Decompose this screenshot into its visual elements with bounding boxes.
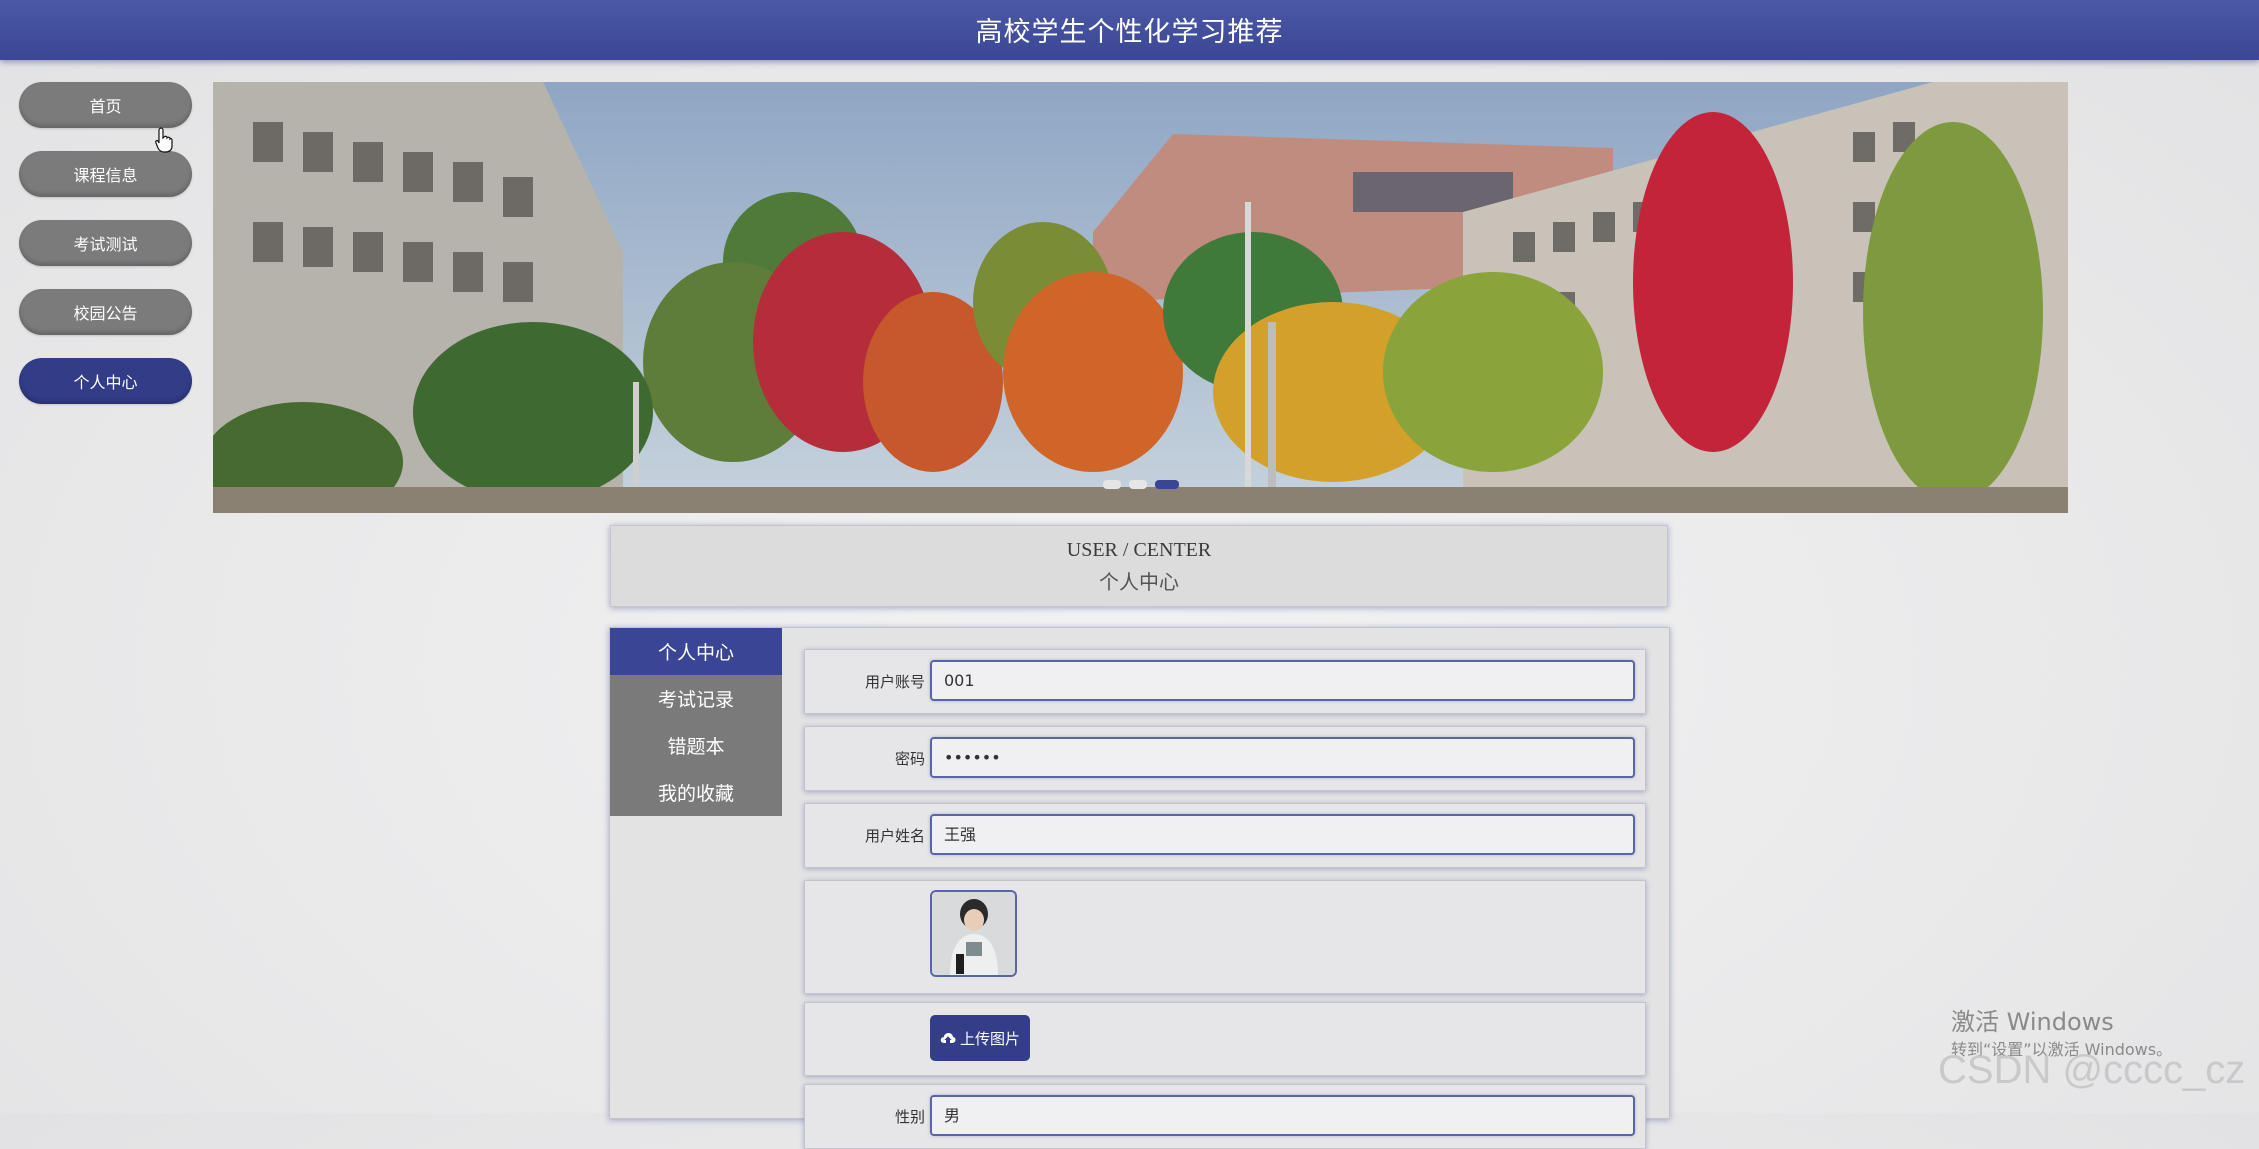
- upload-label: 上传图片: [959, 1029, 1020, 1048]
- nav-personal-center[interactable]: 个人中心: [19, 358, 192, 404]
- heading-chinese: 个人中心: [1099, 572, 1179, 594]
- password-label: 密码: [894, 750, 925, 768]
- side-item-personal-center[interactable]: 个人中心: [610, 628, 782, 675]
- csdn-watermark: CSDN @cccc_cz: [1938, 1048, 2246, 1092]
- account-label: 用户账号: [864, 673, 925, 691]
- side-item-favorites[interactable]: 我的收藏: [610, 769, 782, 816]
- avatar-image: [930, 890, 1017, 977]
- password-row: 密码 ••••••: [804, 726, 1646, 791]
- nav-exam-test[interactable]: 考试测试: [19, 220, 192, 266]
- nav-home[interactable]: 首页: [19, 82, 192, 128]
- profile-panel: 个人中心 考试记录 错题本 我的收藏 用户账号 001 密码 •••••• 用户…: [609, 627, 1670, 1149]
- account-row: 用户账号 001: [804, 649, 1646, 714]
- banner-dot-1[interactable]: [1103, 480, 1121, 489]
- page-title: 高校学生个性化学习推荐: [975, 17, 1284, 48]
- avatar-row: [804, 880, 1646, 994]
- gender-row: 性别 男: [804, 1084, 1646, 1149]
- account-input[interactable]: 001: [930, 660, 1635, 701]
- banner-dot-3[interactable]: [1155, 480, 1179, 489]
- campus-banner-image: [213, 82, 2068, 513]
- name-row: 用户姓名 王强: [804, 803, 1646, 868]
- top-header: 高校学生个性化学习推荐: [0, 0, 2259, 60]
- banner-pagination: [1103, 480, 1179, 489]
- nav-course-info[interactable]: 课程信息: [19, 151, 192, 197]
- nav-campus-notice[interactable]: 校园公告: [19, 289, 192, 335]
- heading-english: USER / CENTER: [1066, 539, 1212, 561]
- name-input[interactable]: 王强: [930, 814, 1635, 855]
- campus-photo: [213, 82, 2068, 513]
- upload-row: 上传图片: [804, 1002, 1646, 1076]
- password-input[interactable]: ••••••: [930, 737, 1635, 778]
- banner-dot-2[interactable]: [1129, 480, 1147, 489]
- cloud-upload-icon: [940, 1033, 956, 1043]
- side-item-exam-records[interactable]: 考试记录: [610, 675, 782, 722]
- windows-activate-title: 激活 Windows: [1951, 1008, 2114, 1036]
- gender-select[interactable]: 男: [930, 1095, 1635, 1136]
- name-label: 用户姓名: [864, 827, 925, 845]
- side-item-wrong-questions[interactable]: 错题本: [610, 722, 782, 769]
- user-center-heading: USER / CENTER 个人中心: [610, 525, 1668, 607]
- hand-cursor-icon: [155, 127, 173, 153]
- profile-side-menu: 个人中心 考试记录 错题本 我的收藏: [610, 628, 782, 816]
- avatar-photo: [932, 892, 1015, 975]
- gender-label: 性别: [894, 1108, 925, 1126]
- upload-image-button[interactable]: 上传图片: [930, 1015, 1030, 1061]
